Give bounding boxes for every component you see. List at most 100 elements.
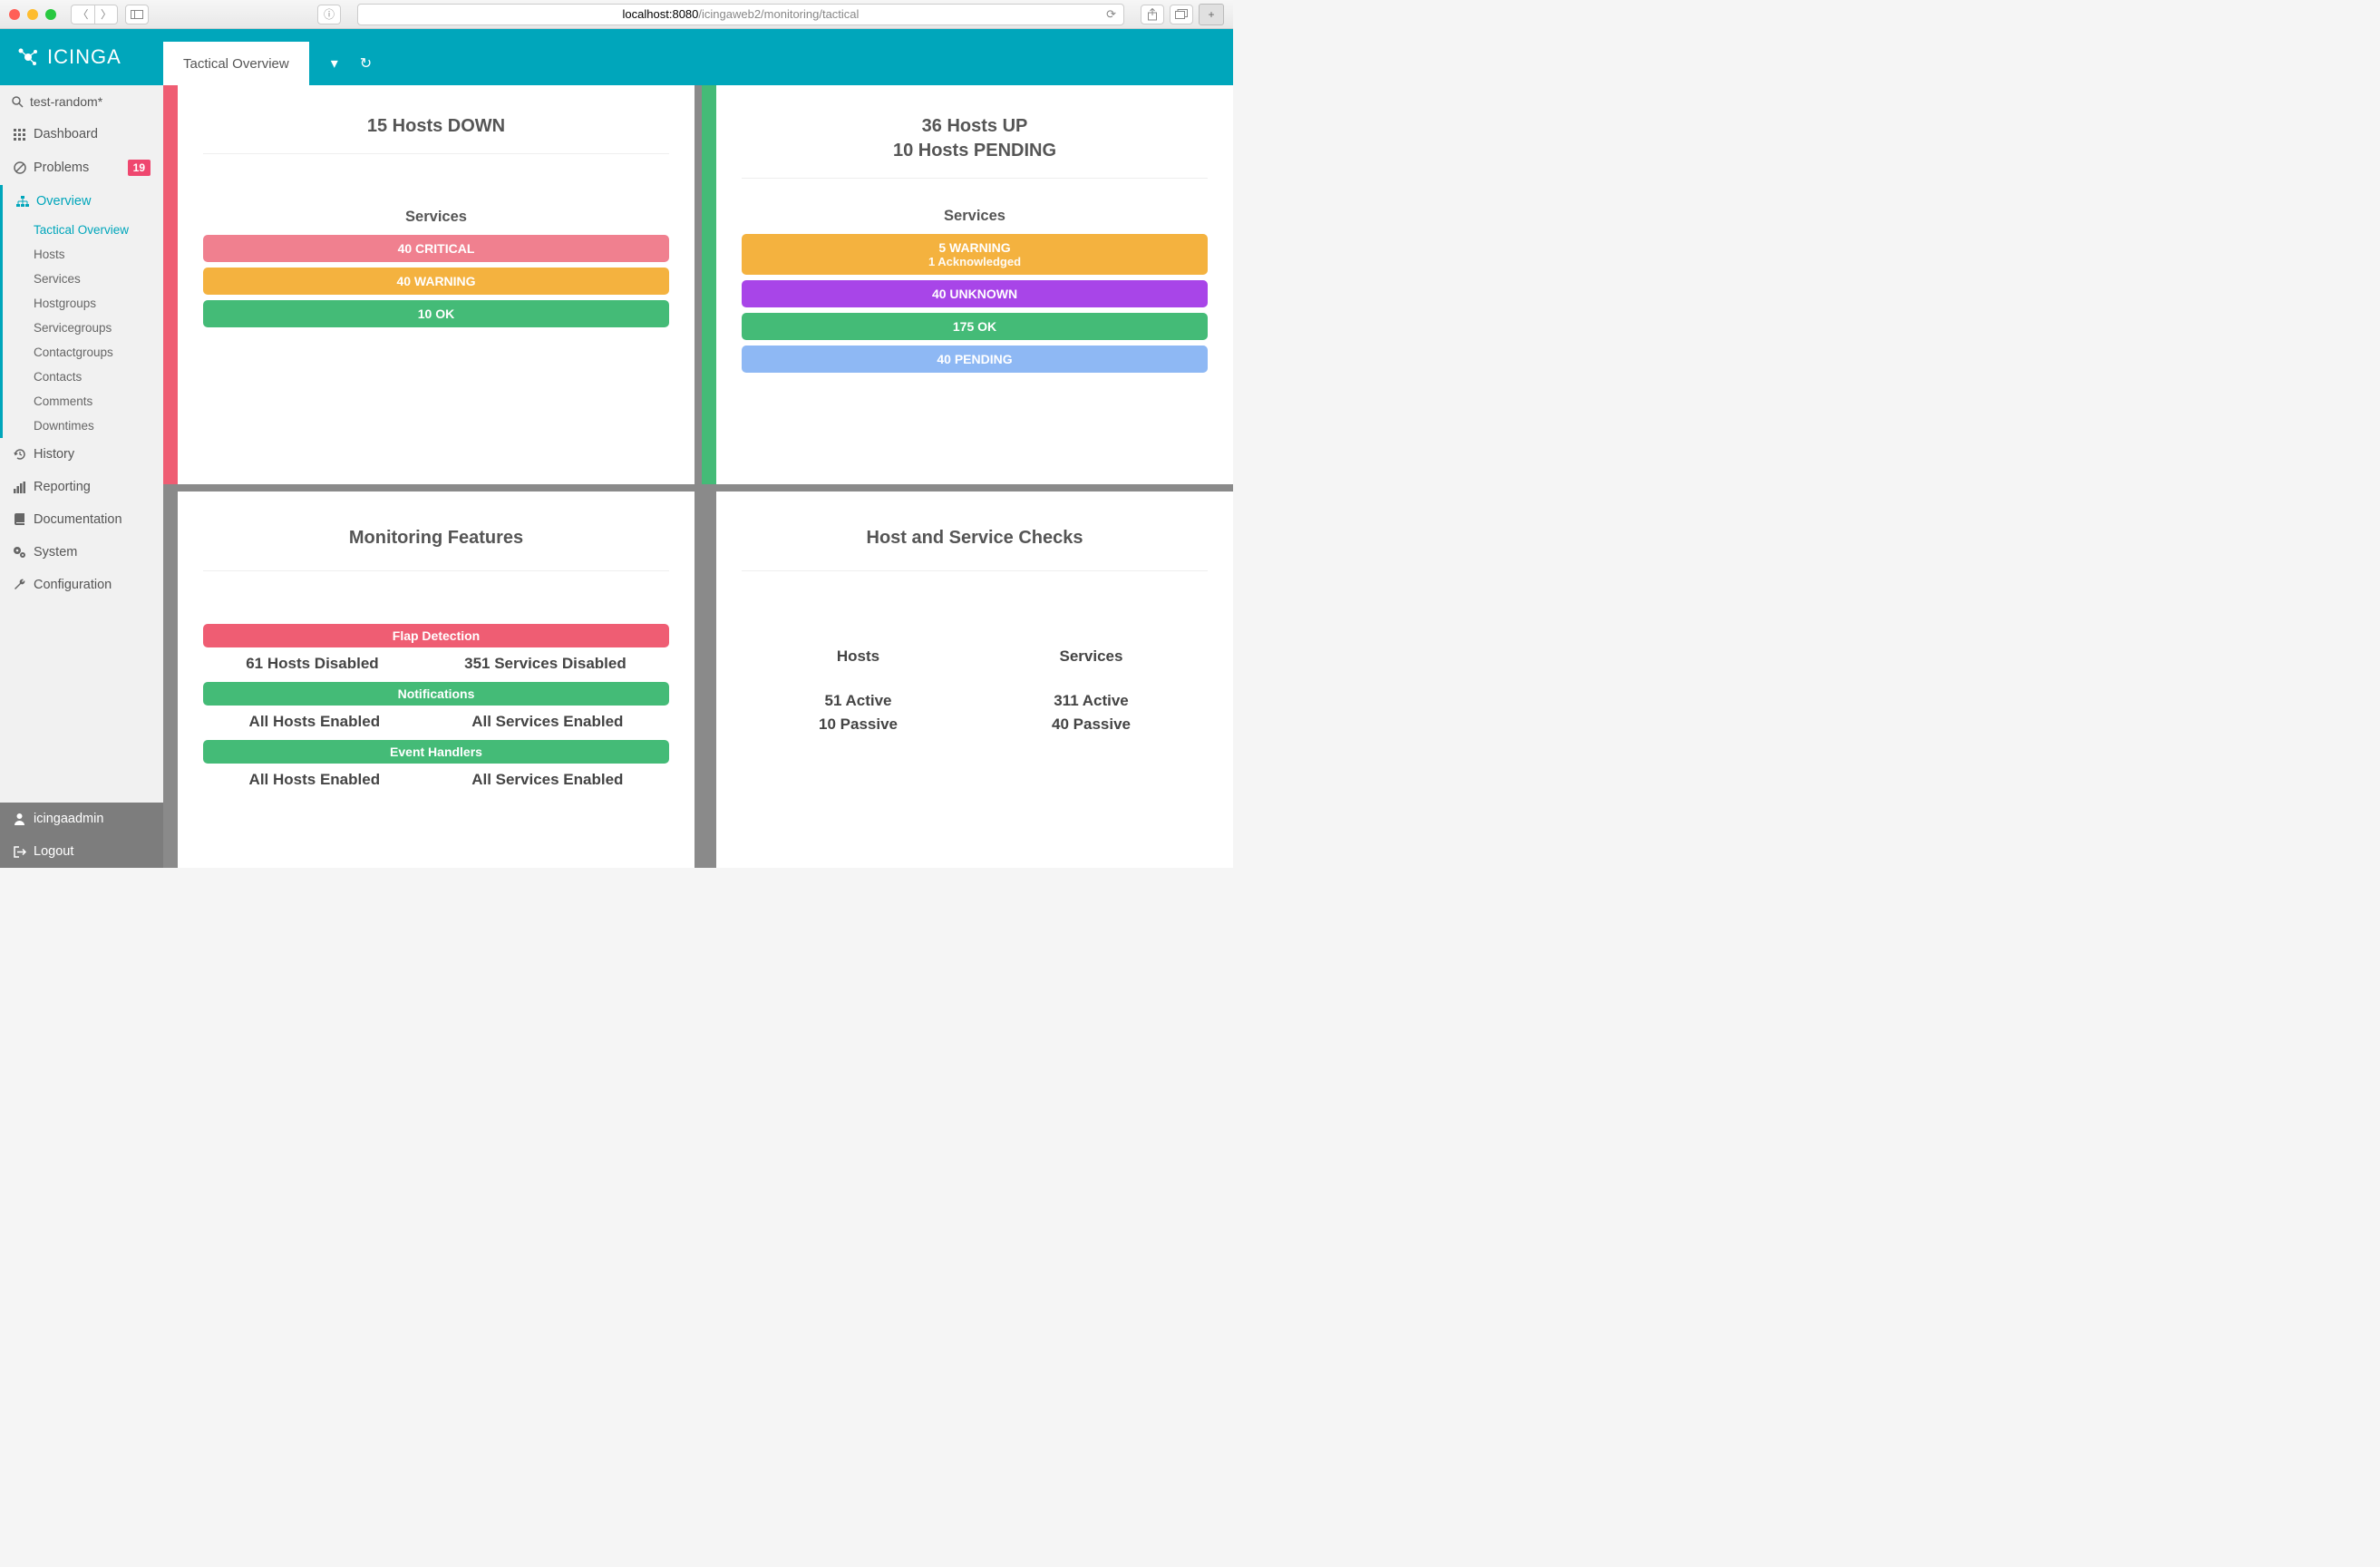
sidebar-sub-downtimes[interactable]: Downtimes (3, 414, 163, 438)
panel-hosts-up: 36 Hosts UP 10 Hosts PENDING Services 5 … (702, 85, 1233, 484)
problems-badge: 19 (128, 160, 151, 176)
divider (742, 178, 1208, 179)
search-icon (11, 96, 24, 108)
flap-services[interactable]: 351 Services Disabled (464, 655, 627, 673)
panel-title-pending[interactable]: 10 Hosts PENDING (742, 141, 1208, 161)
reload-icon[interactable]: ⟳ (1106, 7, 1116, 22)
eh-services[interactable]: All Services Enabled (471, 771, 623, 789)
url-path: /icingaweb2/monitoring/tactical (698, 7, 859, 21)
search-input[interactable]: test-random* (0, 85, 163, 118)
checks-services-passive[interactable]: 40 Passive (1052, 713, 1131, 736)
divider (742, 570, 1208, 571)
status-warning[interactable]: 5 WARNING 1 Acknowledged (742, 234, 1208, 275)
gears-icon (13, 546, 26, 559)
url-host: localhost:8080 (623, 7, 699, 21)
search-query: test-random* (30, 94, 102, 109)
notif-hosts[interactable]: All Hosts Enabled (249, 713, 381, 731)
sidebar-item-documentation[interactable]: Documentation (0, 503, 163, 536)
bar-chart-icon (13, 482, 26, 493)
sidebar-sub-services[interactable]: Services (3, 267, 163, 291)
logout-icon (13, 846, 26, 858)
status-warning[interactable]: 40 WARNING (203, 268, 669, 295)
checks-hosts-active[interactable]: 51 Active (819, 689, 898, 713)
site-info-button[interactable]: ⓘ (317, 5, 341, 24)
sidebar-item-configuration[interactable]: Configuration (0, 569, 163, 601)
sidebar-footer: icingaadmin Logout (0, 803, 163, 868)
tab-tactical-overview[interactable]: Tactical Overview (163, 42, 309, 85)
status-pending[interactable]: 40 PENDING (742, 346, 1208, 373)
checks-hosts-passive[interactable]: 10 Passive (819, 713, 898, 736)
panel-checks: Host and Service Checks Hosts 51 Active … (702, 492, 1233, 868)
sidebar-item-reporting[interactable]: Reporting (0, 471, 163, 503)
sidebar-item-overview[interactable]: Overview (3, 185, 163, 218)
sidebar-toggle-button[interactable] (125, 5, 149, 24)
panel-stripe (163, 492, 178, 868)
sidebar-label: Dashboard (34, 127, 98, 141)
chevron-down-icon[interactable]: ▾ (331, 54, 338, 73)
flap-hosts[interactable]: 61 Hosts Disabled (246, 655, 378, 673)
sidebar-label: Reporting (34, 480, 91, 494)
tabs-button[interactable] (1170, 5, 1193, 24)
logo[interactable]: ICINGA (0, 29, 163, 85)
sidebar-label: Problems (34, 161, 89, 175)
sidebar-item-user[interactable]: icingaadmin (0, 803, 163, 835)
checks-hosts-col: Hosts 51 Active 10 Passive (819, 647, 898, 735)
logo-text: ICINGA (47, 45, 121, 69)
feature-flap-detection[interactable]: Flap Detection (203, 624, 669, 647)
divider (203, 570, 669, 571)
status-critical[interactable]: 40 CRITICAL (203, 235, 669, 262)
panel-title: Monitoring Features (203, 528, 669, 549)
refresh-icon[interactable]: ↻ (360, 54, 372, 73)
minimize-window-icon[interactable] (27, 9, 38, 20)
services-label: Services (742, 208, 1208, 225)
feature-event-handlers[interactable]: Event Handlers (203, 740, 669, 764)
status-unknown[interactable]: 40 UNKNOWN (742, 280, 1208, 307)
sidebar-label: System (34, 545, 77, 560)
share-button[interactable] (1141, 5, 1164, 24)
panel-title[interactable]: 15 Hosts DOWN (203, 116, 669, 137)
status-sublabel: 1 Acknowledged (742, 255, 1208, 268)
user-icon (13, 813, 26, 825)
sidebar-sub-hostgroups[interactable]: Hostgroups (3, 291, 163, 316)
new-tab-button[interactable]: + (1199, 4, 1224, 25)
checks-services-active[interactable]: 311 Active (1052, 689, 1131, 713)
address-bar[interactable]: localhost:8080/icingaweb2/monitoring/tac… (357, 4, 1124, 25)
forward-button[interactable]: 〉 (94, 5, 118, 24)
panel-stripe (702, 492, 716, 868)
tab-label: Tactical Overview (183, 56, 289, 72)
sitemap-icon (15, 196, 29, 208)
sidebar-sub-comments[interactable]: Comments (3, 389, 163, 414)
content-area: 15 Hosts DOWN Services 40 CRITICAL 40 WA… (163, 85, 1233, 868)
panel-title-up[interactable]: 36 Hosts UP (742, 116, 1208, 137)
sidebar-sub-tactical[interactable]: Tactical Overview (3, 218, 163, 242)
sidebar-item-dashboard[interactable]: Dashboard (0, 118, 163, 151)
sidebar-sub-hosts[interactable]: Hosts (3, 242, 163, 267)
sidebar-item-history[interactable]: History (0, 438, 163, 471)
app-header: ICINGA Tactical Overview ▾ ↻ (0, 29, 1233, 85)
browser-toolbar: 〈 〉 ⓘ localhost:8080/icingaweb2/monitori… (0, 0, 1233, 29)
back-button[interactable]: 〈 (71, 5, 94, 24)
sidebar-item-problems[interactable]: Problems 19 (0, 151, 163, 185)
close-window-icon[interactable] (9, 9, 20, 20)
sidebar-sub-contactgroups[interactable]: Contactgroups (3, 340, 163, 365)
status-ok[interactable]: 175 OK (742, 313, 1208, 340)
sidebar-label: History (34, 447, 74, 462)
sidebar: test-random* Dashboard Problems 19 Overv… (0, 85, 163, 868)
services-label: Services (203, 209, 669, 226)
status-label: 5 WARNING (938, 240, 1010, 255)
sidebar-sub-contacts[interactable]: Contacts (3, 365, 163, 389)
sidebar-label: Overview (36, 194, 91, 209)
status-ok[interactable]: 10 OK (203, 300, 669, 327)
sidebar-item-logout[interactable]: Logout (0, 835, 163, 868)
feature-notifications[interactable]: Notifications (203, 682, 669, 706)
tab-controls: ▾ ↻ (309, 42, 393, 85)
maximize-window-icon[interactable] (45, 9, 56, 20)
notif-services[interactable]: All Services Enabled (471, 713, 623, 731)
history-icon (13, 448, 26, 461)
sidebar-label: Documentation (34, 512, 122, 527)
panel-monitoring-features: Monitoring Features Flap Detection 61 Ho… (163, 492, 695, 868)
sidebar-sub-servicegroups[interactable]: Servicegroups (3, 316, 163, 340)
panel-stripe (702, 85, 716, 484)
eh-hosts[interactable]: All Hosts Enabled (249, 771, 381, 789)
sidebar-item-system[interactable]: System (0, 536, 163, 569)
